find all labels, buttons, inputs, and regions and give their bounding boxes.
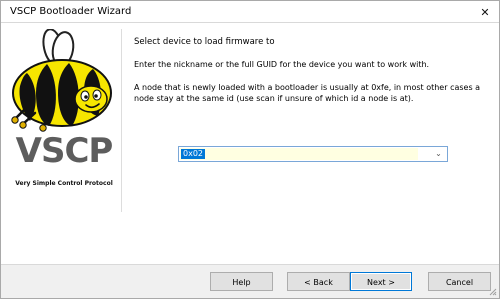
window-title: VSCP Bootloader Wizard bbox=[10, 6, 132, 17]
page-heading: Select device to load firmware to bbox=[134, 37, 275, 47]
note-text: A node that is newly loaded with a bootl… bbox=[134, 83, 481, 103]
help-button[interactable]: Help bbox=[210, 272, 273, 291]
device-select-field[interactable]: 0x02 bbox=[180, 148, 418, 160]
logo-title: VSCP bbox=[15, 131, 114, 171]
instruction-text: Enter the nickname or the full GUID for … bbox=[134, 60, 430, 69]
wizard-content: VSCP Very Simple Control Protocol Select… bbox=[1, 23, 499, 264]
vscp-logo-panel: VSCP Very Simple Control Protocol bbox=[5, 29, 122, 212]
chevron-down-icon: ⌄ bbox=[435, 149, 442, 158]
bee-face bbox=[74, 85, 108, 113]
resize-grip-icon[interactable] bbox=[489, 288, 497, 296]
bootloader-wizard-window: VSCP Bootloader Wizard ✕ VSCP Very Simpl… bbox=[0, 0, 500, 299]
back-button[interactable]: < Back bbox=[287, 272, 350, 291]
wizard-button-row: Help < Back Next > Cancel bbox=[1, 265, 499, 298]
device-select-dropdown-button[interactable]: ⌄ bbox=[430, 147, 447, 161]
device-select-value: 0x02 bbox=[181, 149, 206, 159]
device-select[interactable]: 0x02 ⌄ bbox=[178, 146, 448, 162]
instructions-panel: Select device to load firmware to Enter … bbox=[134, 37, 489, 104]
close-button[interactable]: ✕ bbox=[471, 1, 499, 23]
close-icon: ✕ bbox=[480, 5, 490, 19]
logo-subtitle: Very Simple Control Protocol bbox=[15, 180, 113, 187]
title-bar: VSCP Bootloader Wizard ✕ bbox=[1, 1, 499, 23]
next-button[interactable]: Next > bbox=[350, 272, 412, 291]
cancel-button[interactable]: Cancel bbox=[428, 272, 491, 291]
